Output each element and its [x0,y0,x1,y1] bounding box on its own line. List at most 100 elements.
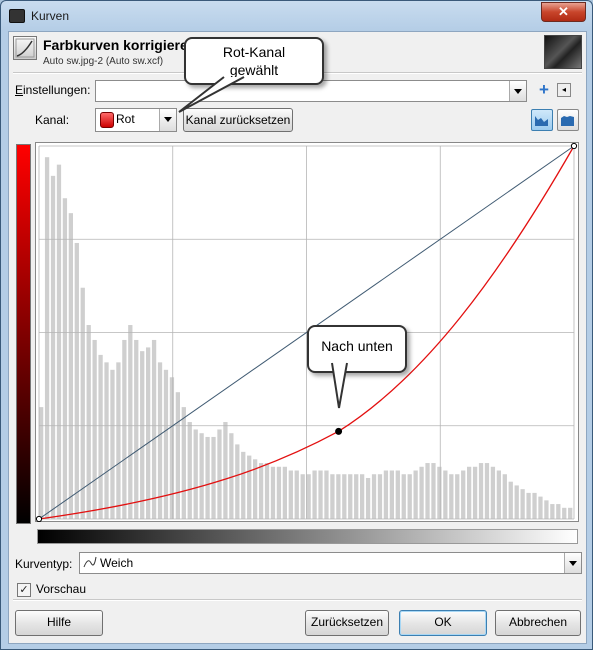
histogram-bar [247,455,252,519]
close-button[interactable]: ✕ [541,2,586,22]
histogram-bar [294,470,299,519]
histogram-bar [181,407,186,519]
histogram-bar [306,474,311,519]
curve-control-point[interactable] [335,427,343,435]
dialog-content: Farbkurven korrigiere Auto sw.jpg-2 (Aut… [8,31,587,644]
histogram-bar [544,500,549,519]
plus-icon[interactable]: + [539,81,549,98]
reset-button[interactable]: Zurücksetzen [305,610,389,636]
histogram-bar [526,492,531,519]
histogram-bar [110,369,115,519]
histogram-bar [520,489,525,519]
histogram-bar [128,325,133,519]
histogram-bar [502,474,507,519]
histogram-bar [419,466,424,519]
histogram-bar [354,474,359,519]
channel-combo[interactable]: Rot [95,108,177,132]
histogram-bar [157,362,163,519]
curve-control-point[interactable] [35,515,43,522]
preview-checkbox[interactable]: ✓ [17,583,31,597]
histogram-bar [86,325,91,519]
log-histogram-icon[interactable] [557,109,579,131]
curve-type-combo[interactable]: Weich [79,552,582,574]
histogram-bar [437,466,442,519]
histogram-bar [187,422,192,519]
histogram-bar [532,492,537,519]
histogram-bar [568,507,573,519]
footer-separator [13,599,582,601]
channel-callout-pointer [178,76,245,113]
curve-control-point[interactable] [570,142,578,150]
preview-label: Vorschau [36,582,87,596]
title-bar[interactable]: Kurven ✕ [1,1,592,31]
histogram-bar [50,175,56,519]
app-icon [9,9,25,23]
help-button[interactable]: Hilfe [15,610,103,636]
chevron-down-icon[interactable] [509,81,526,101]
histogram-bar [104,362,109,519]
cancel-button[interactable]: Abbrechen [495,610,581,636]
histogram-bar [146,347,151,519]
histogram-bar [74,242,79,519]
histogram-bar [163,369,169,519]
histogram-bar [377,474,383,519]
histogram-bar [205,436,210,519]
histogram-bar [235,444,240,519]
histogram-bar [383,470,389,519]
histogram-bar [241,451,246,519]
histogram-bar [556,504,561,519]
histogram-bar [330,474,335,519]
histogram-bar [223,422,228,519]
histogram-bar [56,164,62,519]
curves-dialog-window: Kurven ✕ Farbkurven korrigiere Auto sw.j… [0,0,593,650]
histogram-bar [217,429,222,519]
histogram-bar [478,463,484,519]
input-gradient-bar [37,529,578,544]
histogram-bar [443,470,448,519]
histogram-bar [270,466,276,519]
histogram-bar [116,362,121,519]
histogram-bar [211,436,216,519]
curve-callout-pointer [331,362,348,409]
histogram-bar [336,474,341,519]
window-title: Kurven [31,9,70,23]
histogram-bar [395,470,400,519]
chevron-down-icon[interactable] [564,553,581,573]
histogram-bar [193,429,198,519]
histogram-bar [461,470,466,519]
image-name: Auto sw.jpg-2 (Auto sw.xcf) [43,56,164,67]
histogram-bar [151,339,157,519]
histogram-bar [175,392,181,519]
arrow-left-icon[interactable]: ◂ [557,83,571,97]
histogram-bar [514,485,519,519]
curve-type-label: Kurventyp: [15,557,73,571]
histogram-bar [401,474,406,519]
histogram-bar [538,496,543,519]
histogram-bar [508,481,513,519]
histogram-bar [550,504,555,519]
histogram-bar [324,470,329,519]
histogram-bar [276,466,282,519]
histogram-bar [496,470,502,519]
histogram-bar [264,463,270,519]
dialog-heading: Farbkurven korrigiere [43,37,188,53]
histogram-bar [62,198,68,519]
channel-label: Kanal: [35,113,70,127]
curve-type-value: Weich [100,556,134,570]
histogram-bar [134,339,139,519]
histogram-bar [140,351,145,519]
histogram-bar [92,339,97,519]
curve-callout: Nach unten [307,325,407,373]
histogram-bar [44,157,50,519]
histogram-bar [98,354,103,519]
histogram-bar [282,466,288,519]
histogram-bar [342,474,347,519]
settings-label: Einstellungen: [15,83,91,97]
linear-histogram-icon[interactable] [531,109,553,131]
histogram-bar [371,474,377,519]
histogram-bar [348,474,353,519]
image-thumbnail [544,35,582,69]
ok-button[interactable]: OK [399,610,487,636]
red-channel-icon [100,112,114,128]
histogram-bar [318,470,323,519]
